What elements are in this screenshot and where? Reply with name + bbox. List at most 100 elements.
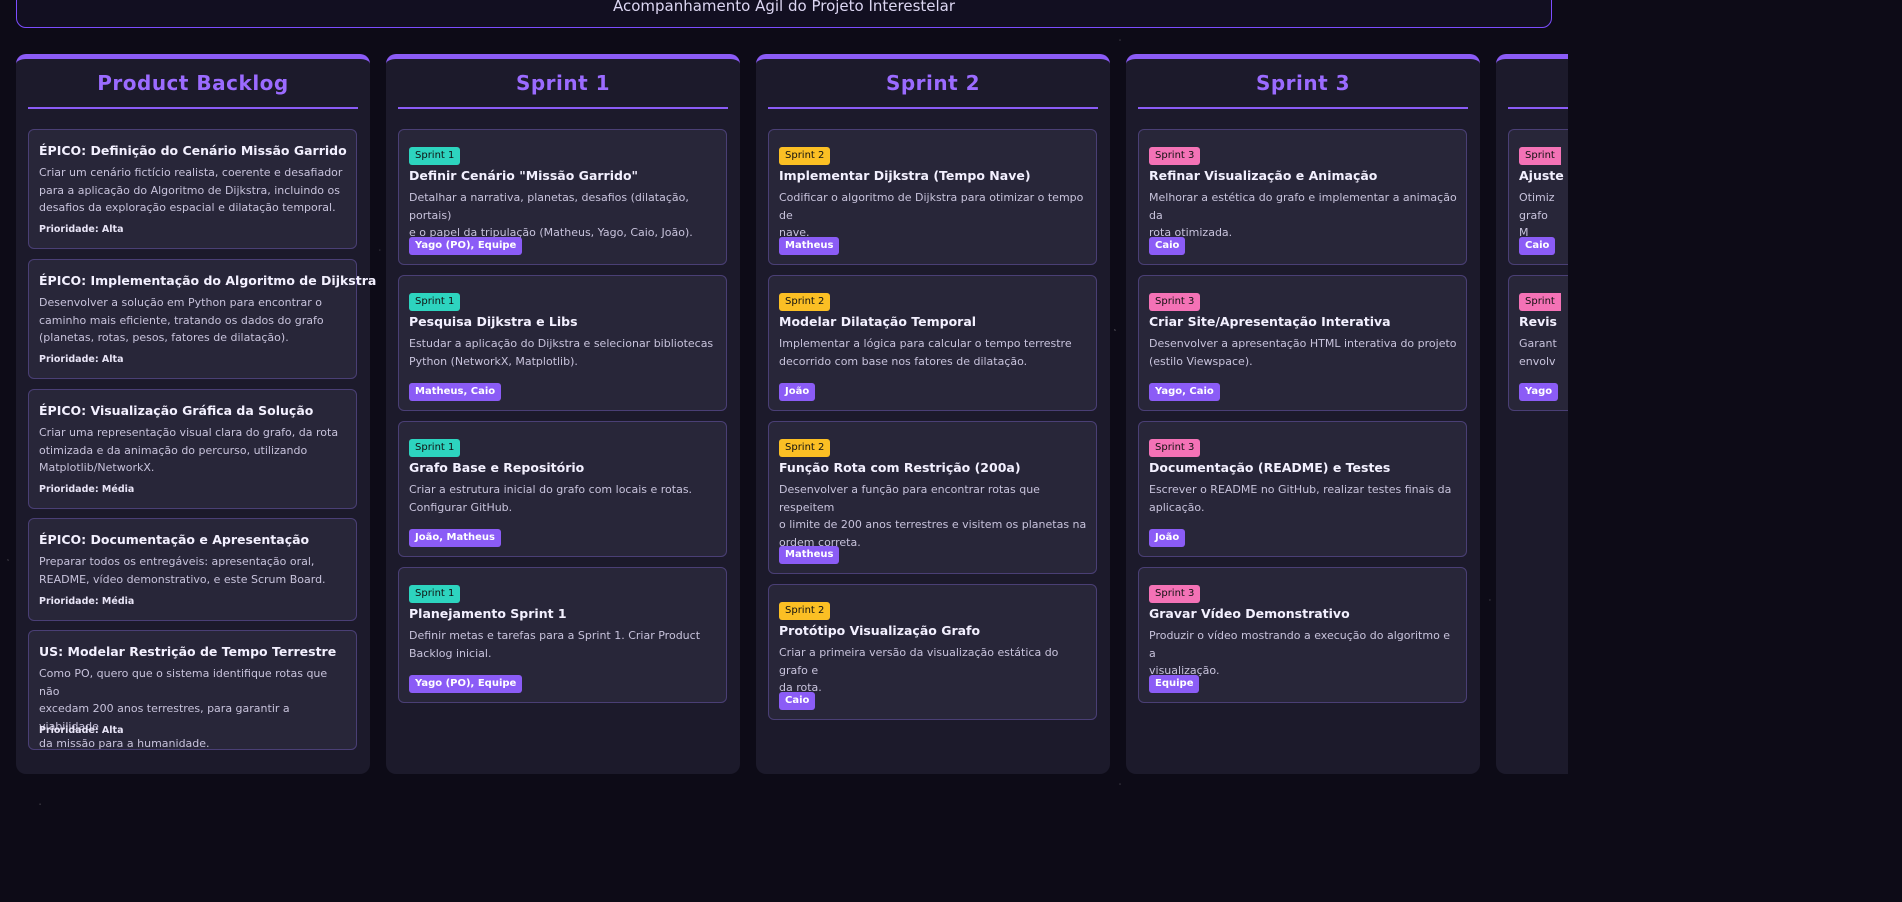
column-title: Sprint 1 xyxy=(398,71,728,109)
card-description: Garant envolv xyxy=(1519,337,1557,368)
sprint-badge: Sprint 2 xyxy=(779,293,831,311)
card-title: Refinar Visualização e Animação xyxy=(1149,168,1378,183)
card-priority: Prioridade: Média xyxy=(39,484,135,495)
card-priority: Prioridade: Média xyxy=(39,596,135,607)
sprint-badge: Sprint 1 xyxy=(409,439,461,457)
task-card[interactable]: Sprint 2 Modelar Dilatação Temporal Impl… xyxy=(768,275,1097,411)
task-card[interactable]: Sprint 3 Documentação (README) e Testes … xyxy=(1138,421,1467,557)
task-card[interactable]: Sprint Ajuste Otimiz grafo M Caio xyxy=(1508,129,1568,265)
column-title: Sprint 2 xyxy=(768,71,1098,109)
column-sprint-3: Sprint 3 Sprint 3 Refinar Visualização e… xyxy=(1126,54,1480,774)
card-title: Definir Cenário "Missão Garrido" xyxy=(409,168,639,183)
assignee-tag: Matheus xyxy=(779,546,840,564)
column-product-backlog: Product Backlog ÉPICO: Definição do Cená… xyxy=(16,54,377,774)
task-card[interactable]: Sprint 1 Grafo Base e Repositório Criar … xyxy=(398,421,727,557)
task-card[interactable]: Sprint 2 Implementar Dijkstra (Tempo Nav… xyxy=(768,129,1097,265)
task-card[interactable]: Sprint 1 Pesquisa Dijkstra e Libs Estuda… xyxy=(398,275,727,411)
card-description: Criar a estrutura inicial do grafo com l… xyxy=(409,483,693,514)
task-card[interactable]: Sprint 3 Gravar Vídeo Demonstrativo Prod… xyxy=(1138,567,1467,703)
board-subtitle: Acompanhamento Ágil do Projeto Intereste… xyxy=(612,0,956,15)
column-partial: Sprint Ajuste Otimiz grafo M Caio Sprint … xyxy=(1496,54,1568,774)
card-title: Ajuste xyxy=(1519,168,1564,183)
assignee-tag: Caio xyxy=(779,692,816,710)
card-title: ÉPICO: Documentação e Apresentação xyxy=(39,532,310,547)
assignee-tag: João xyxy=(779,383,816,401)
card-description: Estudar a aplicação do Dijkstra e seleci… xyxy=(409,337,714,368)
card-description: Definir metas e tarefas para a Sprint 1.… xyxy=(409,629,701,660)
card-description: Produzir o vídeo mostrando a execução do… xyxy=(1149,629,1451,677)
assignee-tag: Matheus, Caio xyxy=(409,383,502,401)
card-title: Protótipo Visualização Grafo xyxy=(779,623,981,638)
card-description: Como PO, quero que o sistema identifique… xyxy=(39,667,328,750)
backlog-card[interactable]: ÉPICO: Definição do Cenário Missão Garri… xyxy=(28,129,357,249)
assignee-tag: João xyxy=(1149,529,1186,547)
assignee-tag: Equipe xyxy=(1149,675,1200,693)
card-title: Grafo Base e Repositório xyxy=(409,460,585,475)
card-title: Gravar Vídeo Demonstrativo xyxy=(1149,606,1350,621)
task-card[interactable]: Sprint Revis Garant envolv Yago xyxy=(1508,275,1568,411)
card-description: Criar uma representação visual clara do … xyxy=(39,426,339,474)
card-title: Pesquisa Dijkstra e Libs xyxy=(409,314,578,329)
card-priority: Prioridade: Alta xyxy=(39,354,124,365)
task-card[interactable]: Sprint 3 Refinar Visualização e Animação… xyxy=(1138,129,1467,265)
sprint-badge: Sprint 3 xyxy=(1149,147,1201,165)
sprint-badge: Sprint xyxy=(1519,147,1561,165)
card-title: Função Rota com Restrição (200a) xyxy=(779,460,1021,475)
column-sprint-2: Sprint 2 Sprint 2 Implementar Dijkstra (… xyxy=(756,54,1110,774)
card-title: Documentação (README) e Testes xyxy=(1149,460,1391,475)
column-title: Sprint 3 xyxy=(1138,71,1468,109)
card-description: Escrever o README no GitHub, realizar te… xyxy=(1149,483,1452,514)
assignee-tag: Yago (PO), Equipe xyxy=(409,237,523,255)
column-title xyxy=(1508,71,1568,109)
card-priority: Prioridade: Alta xyxy=(39,224,124,235)
column-title: Product Backlog xyxy=(28,71,358,109)
sprint-badge: Sprint 2 xyxy=(779,147,831,165)
card-description: Preparar todos os entregáveis: apresenta… xyxy=(39,555,326,586)
card-title: Criar Site/Apresentação Interativa xyxy=(1149,314,1391,329)
sprint-badge: Sprint 2 xyxy=(779,439,831,457)
card-description: Detalhar a narrativa, planetas, desafios… xyxy=(409,191,693,239)
card-title: US: Modelar Restrição de Tempo Terrestre xyxy=(39,644,337,659)
board-header: Acompanhamento Ágil do Projeto Intereste… xyxy=(16,0,1552,28)
sprint-badge: Sprint 1 xyxy=(409,147,461,165)
card-title: ÉPICO: Definição do Cenário Missão Garri… xyxy=(39,143,347,158)
sprint-badge: Sprint 3 xyxy=(1149,585,1201,603)
assignee-tag: Yago xyxy=(1519,383,1559,401)
sprint-badge: Sprint 3 xyxy=(1149,293,1201,311)
assignee-tag: Caio xyxy=(1519,237,1556,255)
card-title: Planejamento Sprint 1 xyxy=(409,606,567,621)
backlog-card[interactable]: ÉPICO: Implementação do Algoritmo de Dij… xyxy=(28,259,377,379)
task-card[interactable]: Sprint 2 Protótipo Visualização Grafo Cr… xyxy=(768,584,1097,720)
backlog-card[interactable]: ÉPICO: Documentação e Apresentação Prepa… xyxy=(28,518,357,621)
card-description: Desenvolver a função para encontrar rota… xyxy=(779,483,1087,549)
card-title: ÉPICO: Implementação do Algoritmo de Dij… xyxy=(39,273,377,288)
assignee-tag: Yago, Caio xyxy=(1149,383,1220,401)
card-description: Otimiz grafo M xyxy=(1519,191,1555,239)
card-title: Modelar Dilatação Temporal xyxy=(779,314,977,329)
card-title: Revis xyxy=(1519,314,1557,329)
sprint-badge: Sprint xyxy=(1519,293,1561,311)
card-description: Desenvolver a apresentação HTML interati… xyxy=(1149,337,1457,368)
card-description: Implementar a lógica para calcular o tem… xyxy=(779,337,1072,368)
card-title: Implementar Dijkstra (Tempo Nave) xyxy=(779,168,1031,183)
task-card[interactable]: Sprint 3 Criar Site/Apresentação Interat… xyxy=(1138,275,1467,411)
card-description: Melhorar a estética do grafo e implement… xyxy=(1149,191,1457,239)
sprint-badge: Sprint 1 xyxy=(409,585,461,603)
assignee-tag: João, Matheus xyxy=(409,529,501,547)
card-description: Criar a primeira versão da visualização … xyxy=(779,646,1059,694)
task-card[interactable]: Sprint 1 Planejamento Sprint 1 Definir m… xyxy=(398,567,727,703)
card-priority: Prioridade: Alta xyxy=(39,725,124,736)
task-card[interactable]: Sprint 1 Definir Cenário "Missão Garrido… xyxy=(398,129,727,265)
card-description: Criar um cenário fictício realista, coer… xyxy=(39,166,343,214)
sprint-badge: Sprint 1 xyxy=(409,293,461,311)
backlog-card[interactable]: ÉPICO: Visualização Gráfica da Solução C… xyxy=(28,389,357,509)
assignee-tag: Matheus xyxy=(779,237,840,255)
sprint-badge: Sprint 3 xyxy=(1149,439,1201,457)
backlog-card[interactable]: US: Modelar Restrição de Tempo Terrestre… xyxy=(28,630,357,750)
task-card[interactable]: Sprint 2 Função Rota com Restrição (200a… xyxy=(768,421,1097,574)
sprint-badge: Sprint 2 xyxy=(779,602,831,620)
card-description: Desenvolver a solução em Python para enc… xyxy=(39,296,324,344)
assignee-tag: Yago (PO), Equipe xyxy=(409,675,523,693)
assignee-tag: Caio xyxy=(1149,237,1186,255)
column-sprint-1: Sprint 1 Sprint 1 Definir Cenário "Missã… xyxy=(386,54,740,774)
